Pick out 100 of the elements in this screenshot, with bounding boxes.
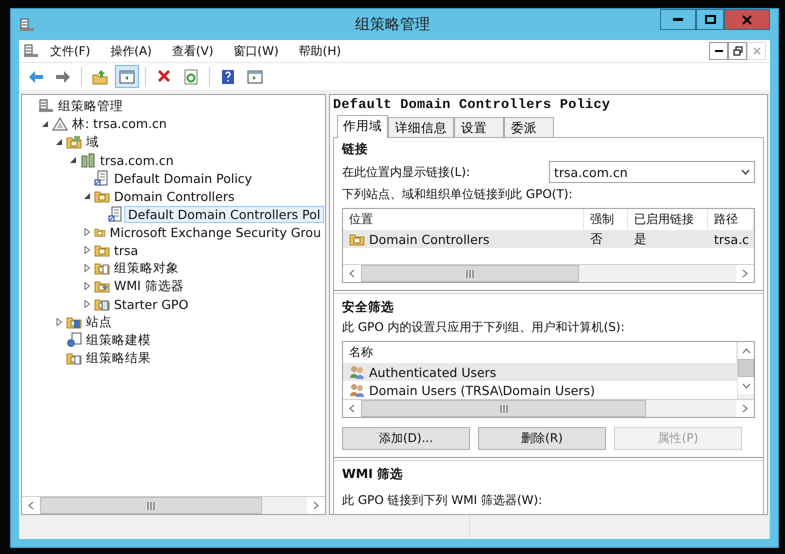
tree-item[interactable]: 组策略管理	[54, 96, 127, 116]
close-icon	[742, 14, 752, 24]
list-item[interactable]: Domain Users (TRSA\Domain Users)	[343, 381, 737, 399]
help-icon	[220, 68, 236, 84]
users-icon	[349, 364, 365, 380]
table-cell: trsa.c	[708, 230, 754, 248]
expand-icon[interactable]	[83, 228, 91, 236]
grip-icon	[500, 404, 508, 412]
collapse-icon[interactable]	[83, 192, 91, 200]
chevron-left-icon	[349, 269, 355, 278]
forward-arrow-icon	[55, 68, 71, 84]
folder-icon	[66, 134, 82, 150]
table-cell: Domain Controllers	[343, 230, 584, 248]
tree-item[interactable]: Default Domain Controllers Pol	[124, 206, 324, 222]
console-icon	[23, 43, 39, 59]
building-icon	[80, 152, 96, 168]
tree-item[interactable]: 组策略结果	[82, 348, 155, 368]
table-cell: 是	[628, 230, 708, 248]
grip-icon	[466, 270, 474, 278]
maximize-icon	[704, 15, 716, 24]
restore-button[interactable]	[728, 42, 747, 60]
tab[interactable]: 委派	[504, 117, 554, 138]
scroll-down-button[interactable]	[738, 377, 754, 394]
scrollbar[interactable]	[22, 496, 325, 514]
action-button[interactable]: 删除(R)	[478, 427, 606, 450]
scroll-right-button[interactable]	[307, 497, 325, 514]
minimize-button[interactable]	[660, 9, 696, 30]
document-icon	[108, 206, 124, 222]
menu-item[interactable]: 操作(A)	[101, 40, 161, 62]
window-title: 组策略管理	[355, 15, 430, 34]
action-button[interactable]: 添加(D)...	[342, 427, 470, 450]
collapse-icon[interactable]	[55, 138, 63, 146]
tree-item[interactable]: Microsoft Exchange Security Grou	[106, 224, 325, 240]
policy-title: Default Domain Controllers Policy	[333, 98, 612, 113]
scroll-right-button[interactable]	[736, 265, 754, 282]
expand-icon[interactable]	[83, 246, 91, 254]
grip-icon	[146, 502, 155, 510]
tree-item[interactable]: trsa.com.cn	[96, 152, 178, 168]
scrollbar[interactable]	[343, 264, 754, 282]
chevron-down-icon	[742, 382, 750, 388]
restore-icon	[732, 46, 742, 56]
chevron-right-icon	[742, 404, 748, 413]
list-label: 下列站点、域和组织单位链接到此 GPO(T):	[342, 186, 574, 203]
tree-item[interactable]: trsa	[110, 242, 142, 258]
tree-item[interactable]: Starter GPO	[110, 296, 192, 312]
list-label: 此 GPO 内的设置只应用于下列组、用户和计算机(S):	[342, 319, 626, 336]
action-pane-icon	[247, 68, 263, 84]
field-label: 在此位置内显示链接(L):	[342, 164, 470, 180]
scroll-thumb[interactable]	[361, 400, 646, 417]
section-heading: 安全筛选	[342, 299, 395, 316]
document-icon	[94, 170, 110, 186]
scroll-left-button[interactable]	[343, 400, 361, 417]
table-cell: 否	[584, 230, 628, 248]
location-dropdown[interactable]: trsa.com.cn	[549, 161, 755, 183]
scroll-thumb[interactable]	[361, 265, 578, 282]
tree-item[interactable]: 组策略建模	[82, 330, 155, 350]
tree-item[interactable]: Default Domain Policy	[110, 170, 256, 186]
tab[interactable]: 设置	[454, 117, 504, 138]
menu-item[interactable]: 帮助(H)	[290, 40, 350, 62]
tree-item[interactable]: Domain Controllers	[110, 188, 238, 204]
scroll-left-button[interactable]	[343, 265, 361, 282]
close-button[interactable]	[724, 9, 770, 30]
menu-item[interactable]: 查看(V)	[162, 40, 222, 62]
tree-item[interactable]: 域	[82, 132, 103, 152]
minimize-button[interactable]	[709, 42, 728, 60]
back-arrow-icon	[28, 68, 44, 84]
tree-item[interactable]: 林: trsa.com.cn	[68, 114, 171, 134]
expand-icon[interactable]	[83, 264, 91, 272]
scroll-up-button[interactable]	[738, 342, 754, 359]
refresh-icon	[183, 68, 199, 84]
folder-up-icon	[92, 68, 108, 84]
list-item[interactable]: Authenticated Users	[343, 363, 737, 381]
menu-item[interactable]: 窗口(W)	[224, 40, 288, 62]
scroll-thumb[interactable]	[40, 497, 262, 514]
collapse-icon[interactable]	[41, 120, 49, 128]
scrollbar[interactable]	[343, 399, 754, 417]
maximize-button[interactable]	[696, 9, 724, 30]
tab[interactable]: 详细信息	[388, 117, 454, 138]
collapse-icon[interactable]	[69, 156, 77, 164]
scrollbar[interactable]	[737, 342, 754, 399]
tree-item[interactable]: 站点	[82, 312, 116, 332]
delete-icon	[156, 68, 172, 84]
section-heading: WMI 筛选	[342, 466, 404, 483]
chevron-up-icon	[742, 348, 750, 354]
tree-pane-icon	[119, 68, 135, 84]
tree-item[interactable]: 组策略对象	[110, 258, 183, 278]
toolbar-button[interactable]	[115, 65, 139, 88]
list-label: 此 GPO 链接到下列 WMI 筛选器(W):	[342, 492, 544, 509]
scroll-left-button[interactable]	[22, 497, 40, 514]
scroll-thumb[interactable]	[738, 359, 754, 377]
chevron-right-icon	[742, 269, 748, 278]
minimize-icon	[714, 50, 722, 52]
expand-icon[interactable]	[83, 282, 91, 290]
tree-item[interactable]: WMI 筛选器	[110, 276, 188, 296]
menu-item[interactable]: 文件(F)	[41, 40, 100, 62]
scroll-right-button[interactable]	[736, 400, 754, 417]
tab[interactable]: 作用域	[337, 115, 388, 138]
expand-icon[interactable]	[55, 318, 63, 326]
chevron-left-icon	[349, 404, 355, 413]
expand-icon[interactable]	[83, 300, 91, 308]
